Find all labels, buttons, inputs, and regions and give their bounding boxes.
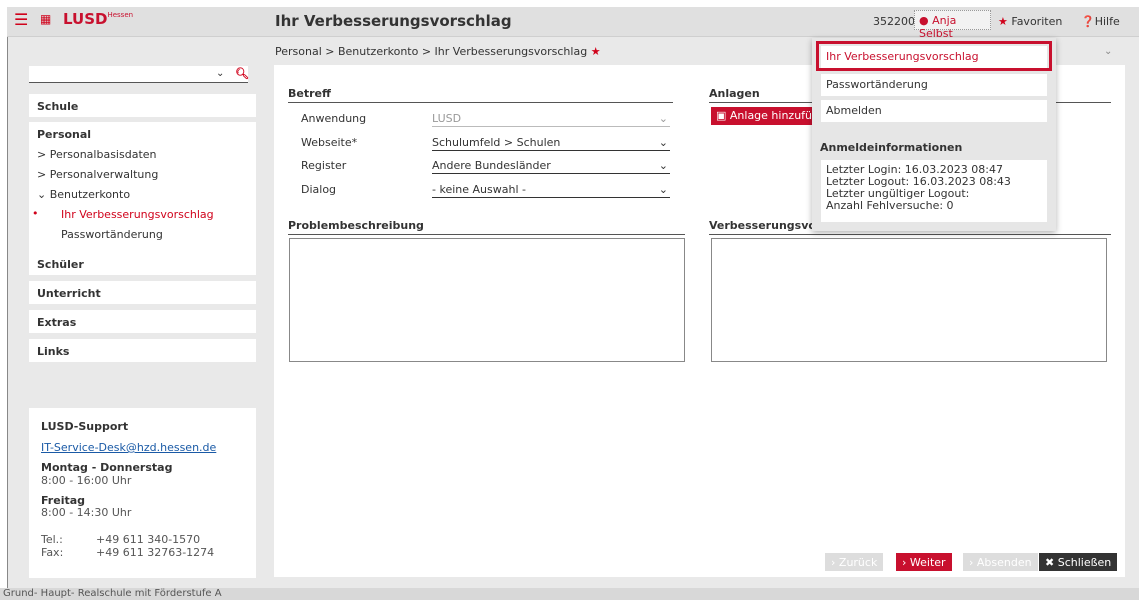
sidebar-sub-personalverwaltung[interactable]: > Personalverwaltung [37, 168, 158, 181]
user-menu-button[interactable]: ● Anja Selbst [914, 10, 991, 40]
login-info-box: Letzter Login: 16.03.2023 08:47 Letzter … [821, 160, 1047, 222]
next-button[interactable]: › Weiter [896, 553, 952, 571]
help-link[interactable]: ❓Hilfe [1081, 15, 1120, 28]
star-icon: ★ [998, 15, 1008, 28]
sidebar-item-schueler[interactable]: Schüler [29, 252, 256, 275]
anwendung-select: LUSD ⌄ [432, 112, 670, 127]
chevron-down-icon: ⌄ [658, 183, 668, 196]
sidebar-sub-passwortaenderung[interactable]: Passwortänderung [61, 228, 163, 241]
chevron-down-icon: ⌄ [658, 112, 668, 125]
dialog-select[interactable]: - keine Auswahl - ⌄ [432, 183, 670, 198]
favorites-link[interactable]: ★ Favoriten [998, 15, 1062, 28]
support-email-link[interactable]: IT-Service-Desk@hzd.hessen.de [41, 441, 216, 454]
section-betreff: Betreff [288, 87, 673, 103]
fax-value: +49 611 32763-1274 [96, 546, 215, 559]
user-dropdown: Ihr Verbesserungsvorschlag Passwortänder… [812, 38, 1056, 231]
field-label-webseite: Webseite* [301, 136, 358, 149]
user-number: 352200 [873, 15, 915, 28]
school-name: Grund- Haupt- Realschule mit Förderstufe… [3, 588, 222, 599]
field-label-dialog: Dialog [301, 183, 337, 196]
verbesserung-textarea[interactable] [711, 238, 1107, 362]
login-info-title: Anmeldeinformationen [820, 141, 963, 154]
app-logo[interactable]: LUSDHessen [63, 10, 133, 28]
chevron-down-icon: ⌄ [658, 136, 668, 149]
sidebar-item-links[interactable]: Links [29, 339, 256, 362]
send-button[interactable]: › Absenden [963, 553, 1038, 571]
sidebar-item-schule[interactable]: Schule [29, 94, 256, 117]
sidebar-sub-personalbasisdaten[interactable]: > Personalbasisdaten [37, 148, 157, 161]
sidebar-sub-verbesserungsvorschlag[interactable]: Ihr Verbesserungsvorschlag [61, 208, 214, 221]
section-problem: Problembeschreibung [288, 219, 685, 235]
sidebar-item-unterricht[interactable]: Unterricht [29, 281, 256, 304]
tel-value: +49 611 340-1570 [96, 533, 201, 546]
page-title: Ihr Verbesserungsvorschlag [275, 12, 512, 30]
fax-label: Fax: [41, 546, 64, 559]
field-label-anwendung: Anwendung [301, 112, 367, 125]
help-icon: ❓ [1081, 15, 1095, 28]
webseite-select[interactable]: Schulumfeld > Schulen ⌄ [432, 136, 670, 151]
add-attachment-button[interactable]: ▣ Anlage hinzufügen [711, 107, 816, 125]
chevron-down-icon: ⌄ [37, 188, 50, 201]
star-icon[interactable]: ★ [591, 45, 601, 58]
user-icon: ● [919, 14, 929, 27]
dropdown-item-passwort[interactable]: Passwortänderung [821, 74, 1047, 96]
dropdown-item-abmelden[interactable]: Abmelden [821, 100, 1047, 122]
close-button[interactable]: ✖ Schließen [1039, 553, 1118, 571]
support-days1: Montag - Donnerstag [41, 461, 173, 474]
breadcrumb: Personal > Benutzerkonto > Ihr Verbesser… [275, 45, 601, 58]
failed-attempts: Anzahl Fehlversuche: 0 [826, 199, 954, 212]
sidebar-sub-benutzerkonto[interactable]: ⌄ Benutzerkonto [37, 188, 130, 201]
chevron-down-icon[interactable]: ⌄ [216, 68, 224, 79]
sidebar-item-extras[interactable]: Extras [29, 310, 256, 333]
support-title: LUSD-Support [41, 420, 129, 433]
attachment-icon: ▣ [716, 109, 730, 122]
calendar-icon[interactable]: ▦ [40, 12, 51, 26]
chevron-down-icon: ⌄ [658, 159, 668, 172]
active-bullet-icon: • [32, 207, 39, 220]
search-icon[interactable]: 🔍︎ [235, 67, 249, 80]
highlight-frame [816, 41, 1052, 71]
register-select[interactable]: Andere Bundesländer ⌄ [432, 159, 670, 174]
back-button[interactable]: › Zurück [825, 553, 884, 571]
close-icon: ✖ [1045, 556, 1058, 569]
support-hours2: 8:00 - 14:30 Uhr [41, 506, 132, 519]
chevron-down-icon[interactable]: ⌄ [1104, 46, 1112, 57]
problem-textarea[interactable] [289, 238, 685, 362]
hamburger-icon[interactable]: ☰ [14, 11, 28, 29]
tel-label: Tel.: [41, 533, 63, 546]
field-label-register: Register [301, 159, 347, 172]
support-hours1: 8:00 - 16:00 Uhr [41, 474, 132, 487]
